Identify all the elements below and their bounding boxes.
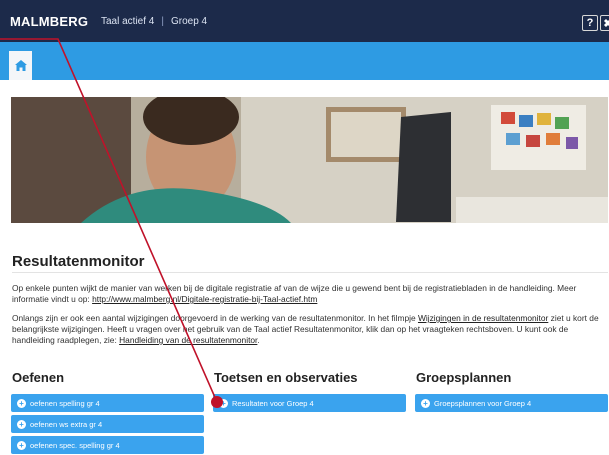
button-label: oefenen ws extra gr 4 (30, 419, 103, 429)
changes-text-after: . (257, 335, 260, 345)
title-divider (12, 272, 608, 273)
button-label: oefenen spelling gr 4 (30, 398, 100, 408)
home-icon (14, 60, 27, 71)
intro-paragraph: Op enkele punten wijkt de manier van wer… (12, 283, 608, 305)
changes-paragraph: Onlangs zijn er ook een aantal wijziging… (12, 313, 608, 346)
home-tab[interactable] (9, 51, 32, 80)
groepsplannen-groep-button[interactable]: + Groepsplannen voor Groep 4 (415, 394, 608, 412)
toetsen-heading: Toetsen en observaties (214, 370, 358, 385)
button-label: oefenen spec. spelling gr 4 (30, 440, 120, 450)
changes-text-before: Onlangs zijn er ook een aantal wijziging… (12, 313, 418, 323)
course-name: Taal actief 4 (101, 16, 155, 27)
oefenen-spec-spelling-button[interactable]: + oefenen spec. spelling gr 4 (11, 436, 204, 454)
groepsplannen-heading: Groepsplannen (416, 370, 512, 385)
plus-circle-icon: + (17, 440, 26, 450)
resultaten-groep-button[interactable]: + Resultaten voor Groep 4 (213, 394, 406, 412)
manual-link[interactable]: Handleiding van de resultatenmonitor (119, 335, 257, 345)
oefenen-ws-extra-button[interactable]: + oefenen ws extra gr 4 (11, 415, 204, 433)
oefenen-heading: Oefenen (12, 370, 65, 385)
changes-video-link[interactable]: Wijzigingen in de resultatenmonitor (418, 313, 548, 323)
plus-circle-icon: + (17, 398, 26, 408)
hero-image (11, 97, 608, 223)
button-label: Resultaten voor Groep 4 (232, 398, 314, 408)
hero-photo (11, 97, 608, 223)
context-separator: | (161, 16, 164, 27)
page-title: Resultatenmonitor (12, 253, 145, 270)
oefenen-spelling-button[interactable]: + oefenen spelling gr 4 (11, 394, 204, 412)
group-name: Groep 4 (170, 16, 208, 27)
plus-circle-icon: + (219, 398, 228, 408)
info-link[interactable]: http://www.malmberg.nl/Digitale-registra… (92, 294, 317, 304)
plus-circle-icon: + (17, 419, 26, 429)
context-label: Taal actief 4 | Groep 4 (101, 16, 207, 27)
top-bar: MALMBERG Taal actief 4 | Groep 4 ? ✖ (0, 0, 609, 42)
button-label: Groepsplannen voor Groep 4 (434, 398, 532, 408)
help-button[interactable]: ? (582, 15, 598, 31)
plus-circle-icon: + (421, 398, 430, 408)
close-button[interactable]: ✖ (600, 15, 609, 31)
brand-logo[interactable]: MALMBERG (10, 14, 88, 29)
nav-band (0, 42, 609, 80)
